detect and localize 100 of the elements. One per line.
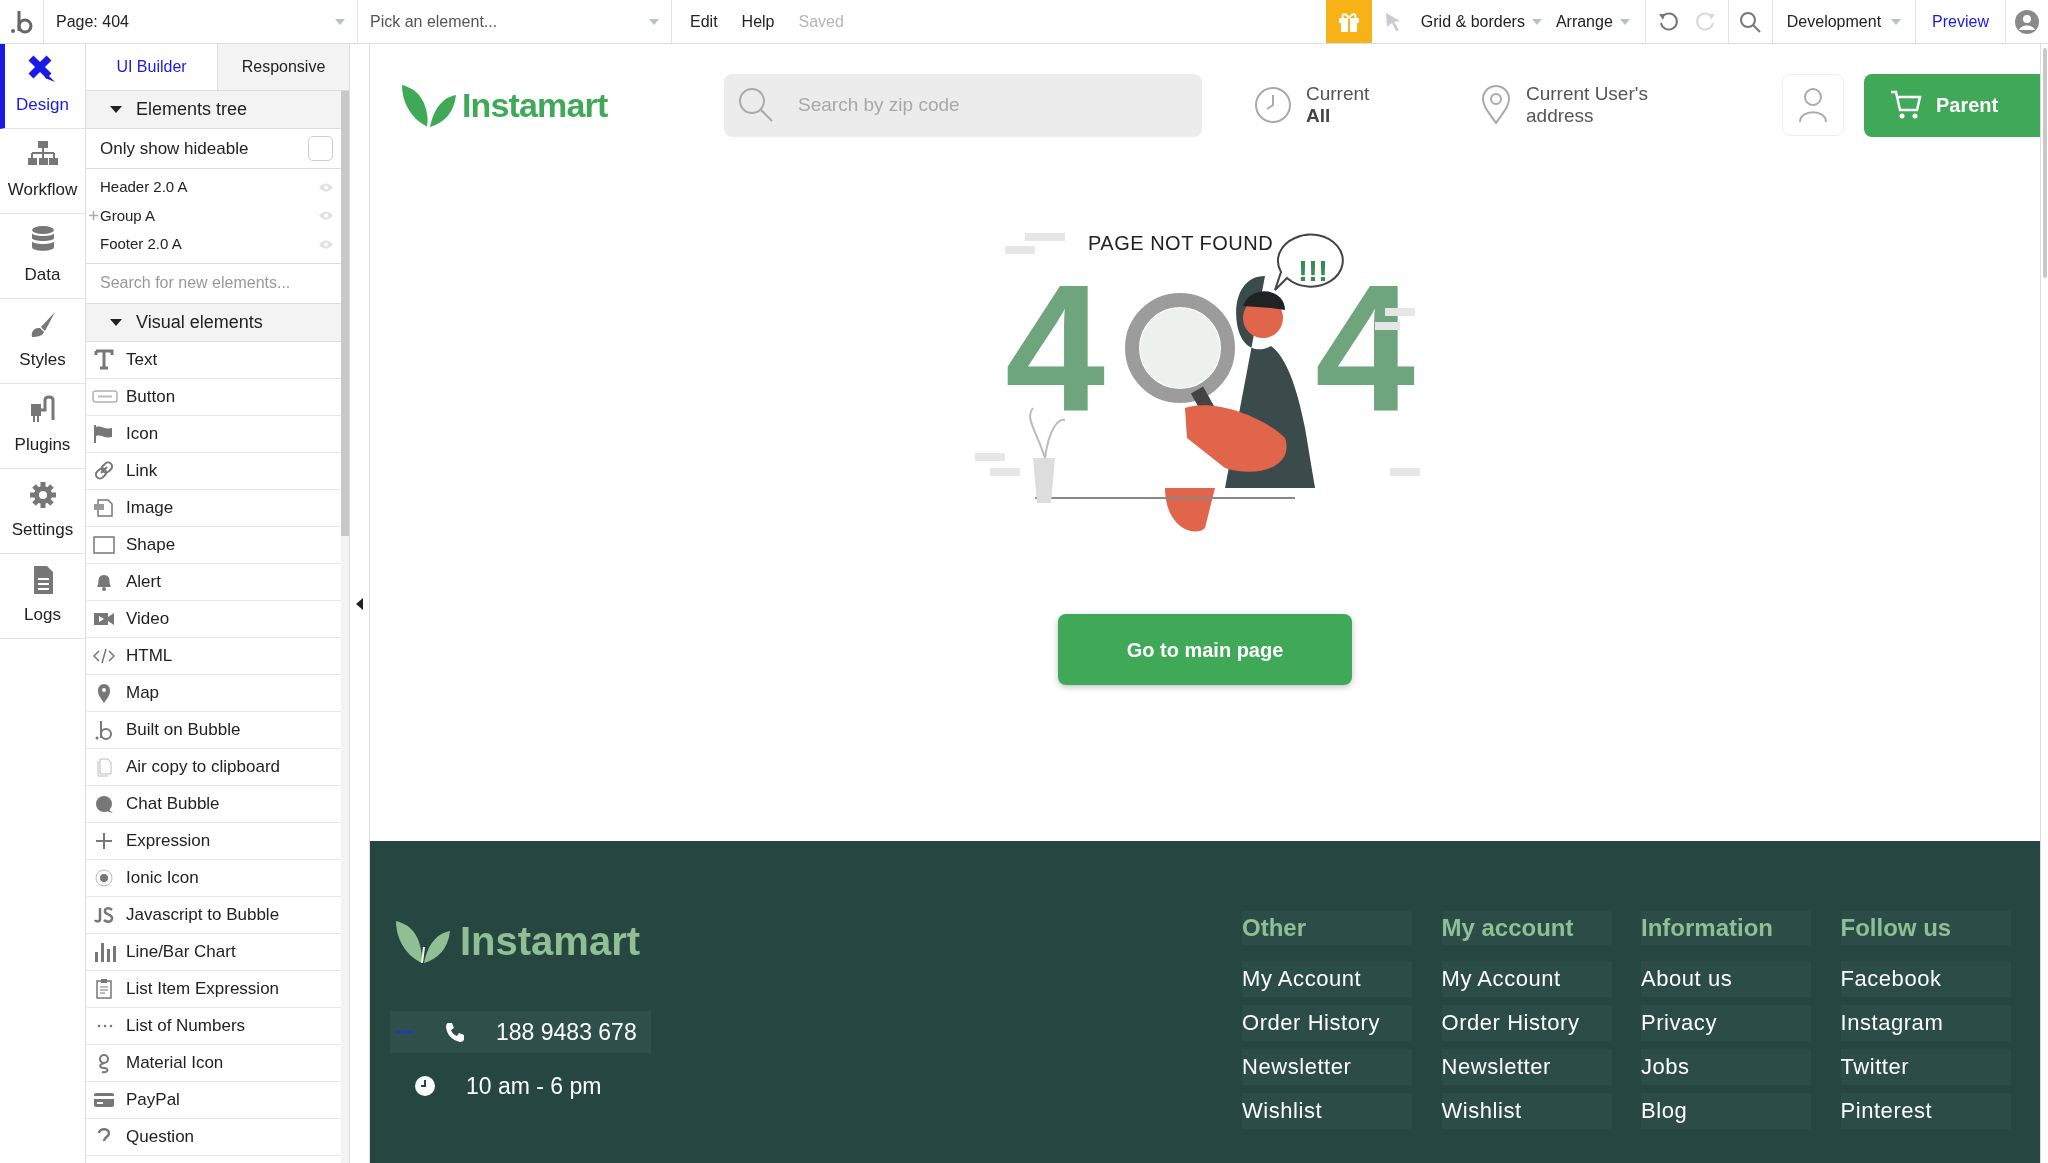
sidebar-tab[interactable]: Workflow (0, 129, 85, 214)
header-label: All (1306, 105, 1332, 127)
footer-link[interactable]: Newsletter (1242, 1049, 1412, 1085)
dots-icon (97, 1023, 113, 1028)
dash-mark (396, 1031, 414, 1033)
element-list-item[interactable]: Button (86, 378, 341, 416)
menu-item[interactable]: Edit (690, 9, 718, 34)
filter-label: Only show hideable (100, 137, 249, 160)
element-list-item[interactable]: Link (86, 452, 341, 490)
element-list-item[interactable]: Air copy to clipboard (86, 748, 341, 786)
element-list-item[interactable]: Text (86, 341, 341, 379)
contact-text: 188 9483 678 (496, 1017, 637, 1047)
eye-icon[interactable] (319, 239, 333, 249)
column-heading: Other (1242, 911, 1412, 945)
toolbar-dropdown[interactable]: Arrange (1548, 0, 1637, 43)
map-pin-icon (1480, 85, 1512, 125)
footer-link[interactable]: Wishlist (1242, 1093, 1412, 1129)
toolbar-dropdown[interactable]: Grid & borders (1413, 0, 1549, 43)
footer-link[interactable]: Order History (1242, 1005, 1412, 1041)
search-icon (738, 87, 774, 123)
footer-link[interactable]: Order History (1441, 1005, 1612, 1041)
sidebar-tab[interactable]: Data (0, 214, 85, 299)
scrollbar[interactable] (341, 91, 349, 536)
footer-link[interactable]: Twitter (1840, 1049, 2011, 1085)
element-list-item[interactable]: PayPal (86, 1081, 341, 1119)
element-picker[interactable]: Pick an element... (358, 0, 672, 43)
element-list-item[interactable]: Chat Bubble (86, 785, 341, 823)
cursor-icon[interactable] (1383, 11, 1402, 32)
element-list-item[interactable]: Alert (86, 563, 341, 601)
contact-text: 10 am - 6 pm (466, 1071, 602, 1101)
caret-icon (649, 18, 659, 25)
column-heading: My account (1441, 911, 1612, 945)
footer-link[interactable]: My Account (1441, 961, 1612, 997)
column-heading: Follow us (1840, 911, 2011, 945)
element-list-item[interactable]: Built on Bubble (86, 711, 341, 749)
phone-icon (444, 1021, 466, 1043)
page-dropdown[interactable]: Page: 404 (44, 0, 358, 43)
footer-link[interactable]: About us (1641, 961, 1811, 997)
bubble-text: !!! (1298, 253, 1328, 287)
tree-item[interactable]: Footer 2.0 A (100, 233, 319, 256)
header-label: address (1526, 105, 1595, 127)
environment-dropdown[interactable]: Development (1772, 0, 1917, 43)
element-list-item[interactable]: Icon (86, 415, 341, 453)
avatar-icon[interactable] (2015, 9, 2039, 34)
caret-icon (1891, 18, 1902, 25)
header-label: Current User's (1526, 83, 1648, 105)
element-list-item[interactable]: Material Icon (86, 1044, 341, 1082)
element-list-item[interactable]: Shape (86, 526, 341, 564)
gift-button[interactable] (1325, 0, 1372, 43)
footer-link[interactable]: Pinterest (1840, 1093, 2011, 1129)
digit-text: 4 (1005, 258, 1106, 438)
element-list-item[interactable]: HTML (86, 637, 341, 675)
footer-link[interactable]: Wishlist (1441, 1093, 1612, 1129)
caret-icon (335, 18, 345, 25)
element-list-item[interactable]: Ionic Icon (86, 859, 341, 897)
sidebar-tab[interactable]: Settings (0, 469, 85, 554)
sidebar-tab[interactable]: Styles (0, 299, 85, 384)
scrollbar[interactable] (2042, 48, 2047, 278)
header-label: Current (1306, 83, 1370, 105)
menu-item[interactable]: Help (741, 9, 775, 34)
search-icon[interactable] (1739, 10, 1762, 33)
user-icon (1798, 87, 1828, 123)
logo-text: Instamart (462, 84, 608, 126)
caret-icon (1531, 18, 1542, 25)
footer-link[interactable]: Privacy (1641, 1005, 1811, 1041)
clock-icon (1254, 86, 1292, 124)
element-list-item[interactable]: Line/Bar Chart (86, 933, 341, 971)
element-list-item[interactable]: Javascript to Bubble (86, 896, 341, 934)
footer-link[interactable]: Instagram (1840, 1005, 2011, 1041)
menu-item: Saved (798, 11, 844, 32)
sidebar-tab[interactable]: Plugins (0, 384, 85, 469)
footer-link[interactable]: Facebook (1840, 961, 2011, 997)
element-list-item[interactable]: Image (86, 489, 341, 527)
logo-icon[interactable] (9, 8, 34, 35)
section-header[interactable]: Elements tree (86, 91, 341, 129)
element-list-item[interactable]: Video (86, 600, 341, 638)
footer-link[interactable]: Jobs (1641, 1049, 1811, 1085)
eye-icon[interactable] (319, 211, 333, 221)
collapse-arrow-icon[interactable] (355, 597, 364, 610)
undo-icon[interactable] (1657, 10, 1680, 33)
panel-tab[interactable]: Responsive (217, 44, 349, 90)
footer-link[interactable]: My Account (1242, 961, 1412, 997)
clock-icon (414, 1075, 436, 1097)
illustration-caption: PAGE NOT FOUND (1088, 231, 1274, 256)
element-list-item[interactable]: List Item Expression (86, 970, 341, 1008)
user-button[interactable] (1782, 74, 1844, 136)
column-heading: Information (1641, 911, 1811, 945)
footer-link[interactable]: Blog (1641, 1093, 1811, 1129)
preview-link[interactable]: Preview (1916, 0, 2006, 43)
checkbox[interactable] (308, 136, 333, 161)
section-header[interactable]: Visual elements (86, 303, 341, 342)
element-list-item[interactable]: Map (86, 674, 341, 712)
caret-icon (110, 106, 122, 113)
plus-icon[interactable] (88, 211, 98, 221)
tree-item[interactable]: Group A (100, 204, 319, 227)
sidebar-tab[interactable]: Logs (0, 554, 85, 639)
logo-text: Instamart (460, 918, 641, 965)
footer-link[interactable]: Newsletter (1441, 1049, 1612, 1085)
eye-icon[interactable] (319, 182, 333, 192)
tree-item[interactable]: Header 2.0 A (100, 176, 319, 199)
